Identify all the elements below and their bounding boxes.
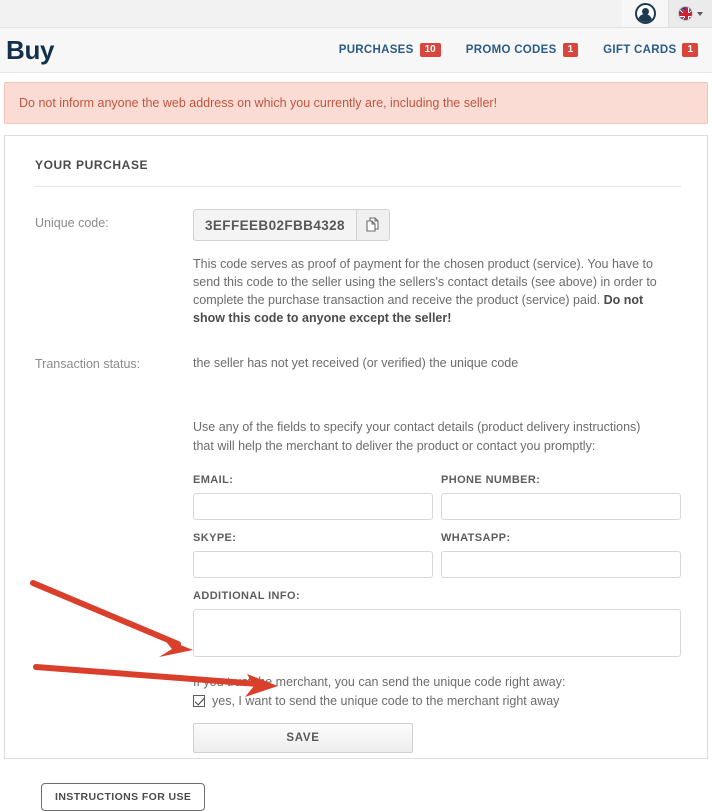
transaction-status-value: the seller has not yet received (or veri… <box>193 355 519 370</box>
account-button[interactable] <box>622 0 668 27</box>
skype-input[interactable] <box>193 550 433 578</box>
uk-flag-icon <box>678 6 693 21</box>
whatsapp-label: WHATSAPP: <box>441 531 511 544</box>
copy-icon <box>366 217 380 232</box>
contact-form-row: Use any of the fields to specify your co… <box>35 418 681 753</box>
skype-label: SKYPE: <box>193 531 237 544</box>
unique-code-value: 3EFFEEB02FBB4328 <box>205 217 345 233</box>
page-header: Buy PURCHASES 10 PROMO CODES 1 GIFT CARD… <box>0 28 712 73</box>
contact-fields-row-1: EMAIL: PHONE NUMBER: <box>193 474 681 520</box>
contact-form-spacer <box>35 418 193 424</box>
unique-code-description: This code serves as proof of payment for… <box>193 255 665 328</box>
user-avatar-icon <box>634 3 656 24</box>
send-code-checkbox[interactable] <box>193 694 205 707</box>
additional-info-textarea[interactable] <box>193 608 681 657</box>
phone-field-group: PHONE NUMBER: <box>441 474 681 520</box>
phone-label: PHONE NUMBER: <box>441 473 541 486</box>
nav-badge-purchases: 10 <box>419 42 441 58</box>
email-input[interactable] <box>193 492 433 520</box>
skype-field-group: SKYPE: <box>193 532 433 578</box>
language-selector[interactable] <box>668 0 712 27</box>
transaction-status-label: Transaction status: <box>35 356 141 371</box>
send-code-checkbox-label: yes, I want to send the unique code to t… <box>212 693 560 708</box>
additional-info-label: ADDITIONAL INFO: <box>193 589 301 602</box>
page-title: Buy <box>6 34 55 65</box>
send-code-checkbox-row[interactable]: yes, I want to send the unique code to t… <box>193 694 681 708</box>
nav-label-purchases: PURCHASES <box>338 44 414 56</box>
copy-code-button[interactable] <box>355 210 389 240</box>
warning-banner: Do not inform anyone the web address on … <box>4 82 708 124</box>
additional-info-group: ADDITIONAL INFO: <box>193 590 681 662</box>
unique-code-row: Unique code: 3EFFEEB02FBB4328 This code … <box>35 209 681 328</box>
section-title: YOUR PURCHASE <box>35 158 681 187</box>
nav-item-purchases[interactable]: PURCHASES 10 <box>338 42 441 58</box>
email-label: EMAIL: <box>193 473 234 486</box>
nav-item-promo-codes[interactable]: PROMO CODES 1 <box>465 42 579 58</box>
main-navigation: PURCHASES 10 PROMO CODES 1 GIFT CARDS 1 <box>338 42 698 58</box>
email-field-group: EMAIL: <box>193 474 433 520</box>
trust-text: If you trust the merchant, you can send … <box>193 674 566 689</box>
top-utility-bar <box>0 0 712 28</box>
save-button[interactable]: SAVE <box>193 722 413 753</box>
transaction-status-row: Transaction status: the seller has not y… <box>35 350 681 373</box>
nav-item-gift-cards[interactable]: GIFT CARDS 1 <box>603 42 698 58</box>
unique-code-description-text: This code serves as proof of payment for… <box>193 257 657 308</box>
contact-fields-row-2: SKYPE: WHATSAPP: <box>193 532 681 578</box>
nav-label-promo-codes: PROMO CODES <box>465 44 557 56</box>
nav-badge-gift-cards: 1 <box>682 42 698 58</box>
nav-label-gift-cards: GIFT CARDS <box>603 44 677 56</box>
contact-intro-text: Use any of the fields to specify your co… <box>193 420 641 453</box>
phone-input[interactable] <box>441 492 681 520</box>
instructions-for-use-button[interactable]: INSTRUCTIONS FOR USE <box>41 782 206 811</box>
purchase-card: YOUR PURCHASE Unique code: 3EFFEEB02FBB4… <box>4 135 708 811</box>
unique-code-label: Unique code: <box>35 216 109 230</box>
whatsapp-input[interactable] <box>441 550 681 578</box>
whatsapp-field-group: WHATSAPP: <box>441 532 681 578</box>
unique-code-box: 3EFFEEB02FBB4328 <box>193 209 390 241</box>
chevron-down-icon <box>697 11 703 16</box>
nav-badge-promo-codes: 1 <box>562 42 579 58</box>
